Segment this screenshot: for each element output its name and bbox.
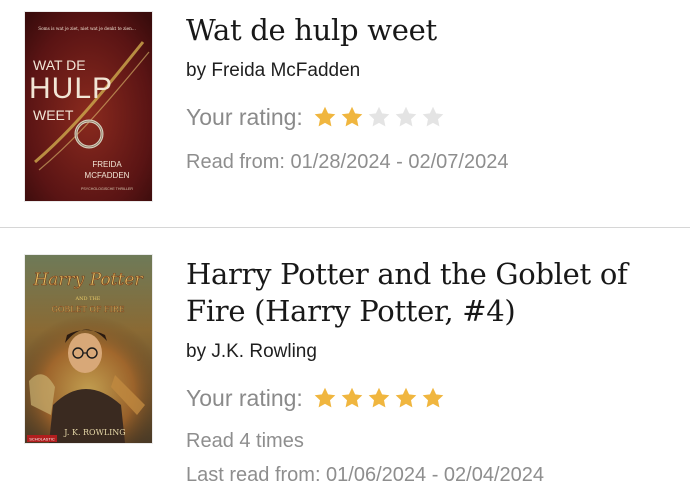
- book-item[interactable]: Harry Potter AND THE GOBLET OF FIRE J. K…: [0, 229, 690, 499]
- cover-title-line1: WAT DE: [33, 57, 86, 73]
- read-count: Read 4 times: [186, 430, 304, 452]
- cover-tagline: Soms is wat je ziet, niet wat je denkt t…: [38, 26, 136, 31]
- rating-row: Your rating:: [186, 102, 680, 132]
- cover-title-line2: AND THE: [75, 296, 101, 302]
- star-filled-icon[interactable]: [340, 105, 364, 129]
- star-empty-icon[interactable]: [421, 105, 445, 129]
- book-title[interactable]: Wat de hulp weet: [186, 12, 680, 49]
- star-filled-icon[interactable]: [394, 386, 418, 410]
- star-filled-icon[interactable]: [340, 386, 364, 410]
- cover-title-line3: GOBLET OF FIRE: [51, 305, 124, 314]
- star-filled-icon[interactable]: [367, 386, 391, 410]
- book-info: Wat de hulp weet by Freida McFadden Your…: [186, 12, 680, 175]
- book-cover[interactable]: Harry Potter AND THE GOBLET OF FIRE J. K…: [25, 255, 152, 443]
- book-author[interactable]: by Freida McFadden: [186, 59, 680, 83]
- rating-row: Your rating:: [186, 383, 680, 413]
- book-cover-art: Soms is wat je ziet, niet wat je denkt t…: [25, 12, 152, 201]
- cover-title-line3: WEET: [33, 107, 74, 123]
- star-empty-icon[interactable]: [394, 105, 418, 129]
- read-dates: Last read from: 01/06/2024 - 02/04/2024: [186, 464, 545, 486]
- rating-label: Your rating:: [186, 104, 303, 130]
- star-filled-icon[interactable]: [313, 386, 337, 410]
- star-rating[interactable]: [313, 386, 448, 410]
- star-empty-icon[interactable]: [367, 105, 391, 129]
- cover-author-line2: MCFADDEN: [85, 171, 130, 180]
- book-info: Harry Potter and the Goblet of Fire (Har…: [186, 256, 680, 488]
- star-filled-icon[interactable]: [313, 105, 337, 129]
- cover-author: J. K. ROWLING: [63, 428, 125, 437]
- star-rating[interactable]: [313, 105, 448, 129]
- star-filled-icon[interactable]: [421, 386, 445, 410]
- cover-footer: PSYCHOLOGISCHE THRILLER: [81, 187, 133, 191]
- book-title[interactable]: Harry Potter and the Goblet of Fire (Har…: [186, 256, 680, 330]
- book-cover[interactable]: Soms is wat je ziet, niet wat je denkt t…: [25, 12, 152, 201]
- rating-label: Your rating:: [186, 385, 303, 411]
- book-cover-art: Harry Potter AND THE GOBLET OF FIRE J. K…: [25, 255, 152, 443]
- cover-title-line1: Harry Potter: [32, 270, 143, 290]
- cover-author-line1: FREIDA: [92, 160, 122, 169]
- cover-title-line2: HULP: [29, 72, 113, 105]
- book-author[interactable]: by J.K. Rowling: [186, 340, 680, 364]
- divider: [0, 227, 690, 228]
- book-item[interactable]: Soms is wat je ziet, niet wat je denkt t…: [0, 0, 690, 228]
- cover-publisher: SCHOLASTIC: [29, 437, 55, 442]
- read-dates: Read from: 01/28/2024 - 02/07/2024: [186, 151, 509, 173]
